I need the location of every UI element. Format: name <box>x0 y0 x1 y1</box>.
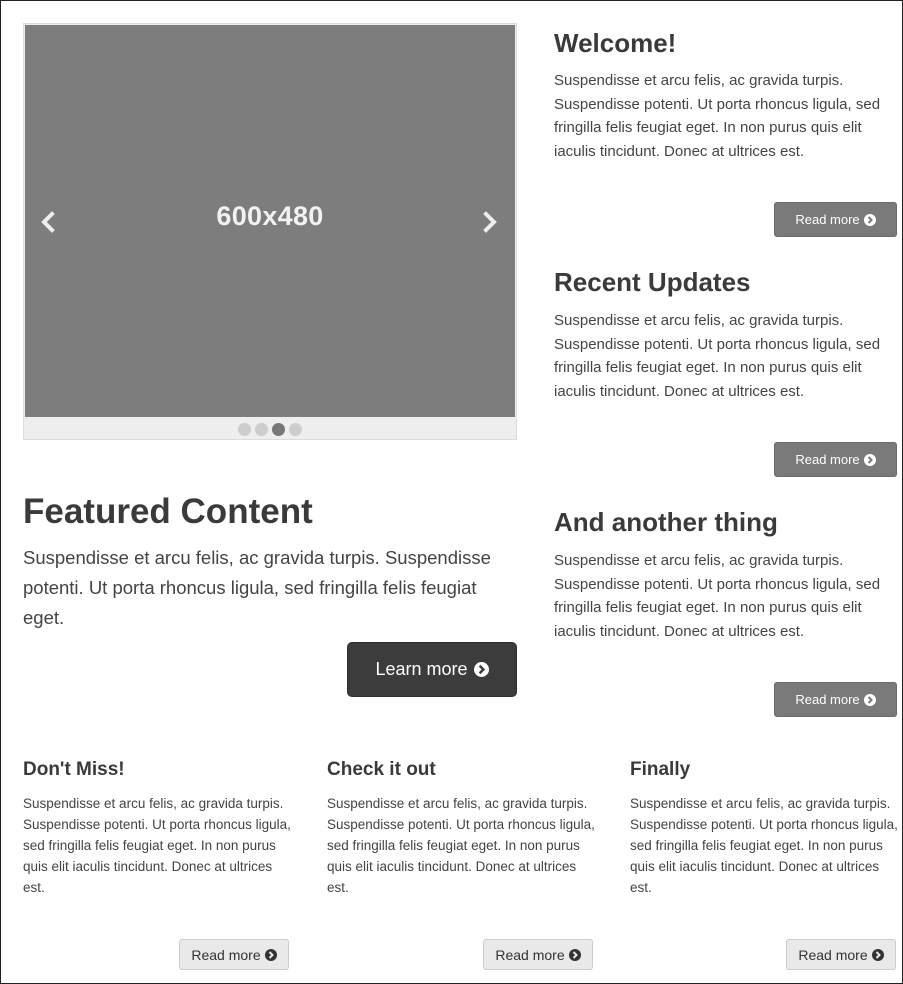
check-it-out-text: Suspendisse et arcu felis, ac gravida tu… <box>327 796 595 895</box>
circle-arrow-right-icon <box>568 948 581 961</box>
carousel-indicator-4[interactable] <box>289 422 302 436</box>
welcome-text: Suspendisse et arcu felis, ac gravida tu… <box>554 72 881 160</box>
chevron-left-icon[interactable] <box>38 210 58 234</box>
recent-updates-read-more-button[interactable]: Read more <box>774 442 897 477</box>
finally-read-more-button[interactable]: Read more <box>786 939 896 970</box>
button-label: Read more <box>795 212 860 227</box>
carousel-indicators <box>24 420 516 438</box>
button-label: Read more <box>798 946 868 963</box>
dont-miss-heading: Don't Miss! <box>23 759 125 780</box>
circle-arrow-right-icon <box>871 948 884 961</box>
circle-arrow-right-icon <box>863 213 876 226</box>
check-it-out-read-more-button[interactable]: Read more <box>483 939 593 970</box>
button-label: Read more <box>795 692 860 707</box>
another-thing-heading: And another thing <box>554 507 778 537</box>
featured-text: Suspendisse et arcu felis, ac gravida tu… <box>23 547 491 628</box>
finally-text: Suspendisse et arcu felis, ac gravida tu… <box>630 796 898 895</box>
learn-more-button[interactable]: Learn more <box>347 642 517 697</box>
welcome-heading: Welcome! <box>554 28 677 58</box>
recent-updates-heading: Recent Updates <box>554 267 751 297</box>
button-label: Read more <box>495 946 565 963</box>
circle-arrow-right-icon <box>473 662 489 677</box>
carousel-indicator-1[interactable] <box>238 422 251 436</box>
page: 600x480 Welcome! Suspendisse et arcu fel… <box>0 0 903 984</box>
recent-updates-text: Suspendisse et arcu felis, ac gravida tu… <box>554 312 881 400</box>
finally-heading: Finally <box>630 759 691 780</box>
button-label: Read more <box>191 946 261 963</box>
carousel-caption: 600x480 <box>216 201 324 231</box>
circle-arrow-right-icon <box>264 948 277 961</box>
carousel-indicator-3[interactable] <box>272 422 285 436</box>
welcome-read-more-button[interactable]: Read more <box>774 202 897 237</box>
carousel-indicator-2[interactable] <box>255 422 268 436</box>
check-it-out-heading: Check it out <box>327 759 436 780</box>
circle-arrow-right-icon <box>863 453 876 466</box>
featured-heading: Featured Content <box>23 492 313 531</box>
button-label: Learn more <box>375 659 468 679</box>
dont-miss-read-more-button[interactable]: Read more <box>179 939 289 970</box>
image-carousel: 600x480 <box>23 23 517 440</box>
chevron-right-icon[interactable] <box>480 210 500 234</box>
button-label: Read more <box>795 452 860 467</box>
another-thing-read-more-button[interactable]: Read more <box>774 682 897 717</box>
dont-miss-text: Suspendisse et arcu felis, ac gravida tu… <box>23 796 291 895</box>
circle-arrow-right-icon <box>863 693 876 706</box>
another-thing-text: Suspendisse et arcu felis, ac gravida tu… <box>554 552 881 640</box>
